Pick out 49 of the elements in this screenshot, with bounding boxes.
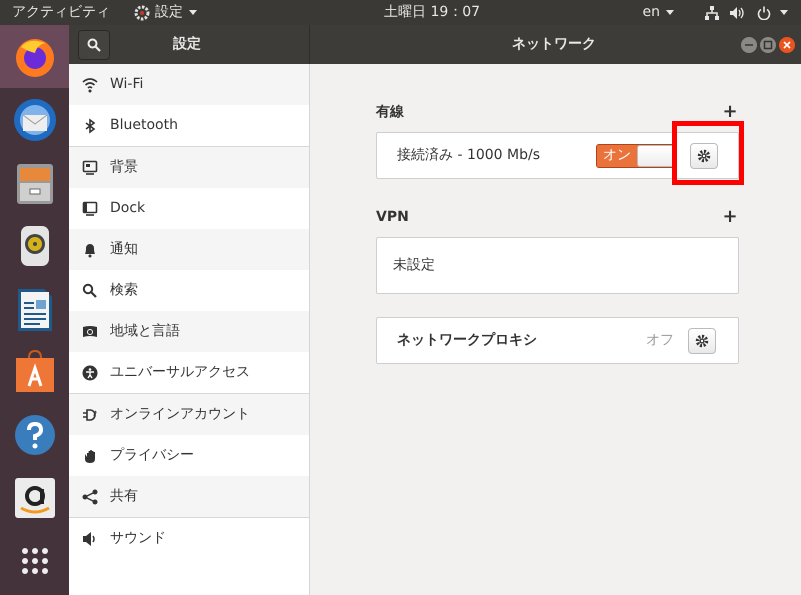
sidebar-item[interactable]: 地域と言語: [69, 311, 309, 352]
search-button[interactable]: [78, 30, 110, 60]
clock[interactable]: 土曜日 19：07: [384, 2, 480, 23]
proxy-status: オフ: [646, 331, 674, 350]
input-source-menu[interactable]: en: [642, 2, 675, 23]
volume-icon: [729, 6, 745, 20]
sidebar-item[interactable]: 通知: [69, 229, 309, 270]
monitor-icon: [82, 200, 98, 216]
plug-icon: [82, 406, 98, 422]
search-icon: [87, 38, 101, 52]
section-heading: 有線: [376, 102, 404, 122]
share-icon: [82, 488, 98, 504]
close-button[interactable]: [779, 36, 795, 52]
network-icon: [705, 6, 719, 20]
sidebar-item[interactable]: オンラインアカウント: [69, 394, 309, 435]
sidebar-item[interactable]: 共有: [69, 476, 309, 517]
caret-icon: [665, 9, 675, 16]
connection-status: 接続済み - 1000 Mb/s: [397, 146, 540, 165]
settings-button[interactable]: [688, 328, 716, 354]
caret-icon: [188, 9, 198, 16]
add-button[interactable]: +: [721, 208, 739, 226]
settings-button[interactable]: [690, 142, 718, 168]
window-title: ネットワーク: [512, 35, 596, 54]
flag-icon: [82, 324, 98, 340]
bell-icon: [82, 242, 98, 258]
sidebar-item[interactable]: 背景: [69, 147, 309, 188]
sidebar-title: 設定: [173, 34, 201, 54]
caret-icon: [779, 9, 789, 16]
section-heading: VPN: [376, 208, 409, 226]
maximize-button[interactable]: [760, 36, 776, 52]
gear-icon: [697, 148, 711, 162]
sidebar-item[interactable]: Wi-Fi: [69, 64, 309, 105]
close-icon: [783, 40, 791, 48]
empty-label: 未設定: [393, 256, 435, 275]
minimize-icon: [745, 44, 753, 46]
activities-button[interactable]: アクティビティ: [12, 2, 110, 23]
gear-icon: [695, 334, 709, 348]
proxy-label: ネットワークプロキシ: [397, 331, 537, 350]
monitor-icon: [82, 160, 98, 176]
maximize-icon: [764, 40, 772, 49]
gear-icon: [134, 4, 150, 20]
minimize-button[interactable]: [741, 36, 757, 52]
wifi-icon: [82, 76, 98, 92]
hand-icon: [82, 448, 98, 464]
power-icon: [757, 6, 771, 20]
app-menu[interactable]: 設定: [134, 2, 198, 23]
accessibility-icon: [82, 364, 98, 380]
add-button[interactable]: +: [721, 103, 739, 121]
search-icon: [82, 282, 98, 298]
